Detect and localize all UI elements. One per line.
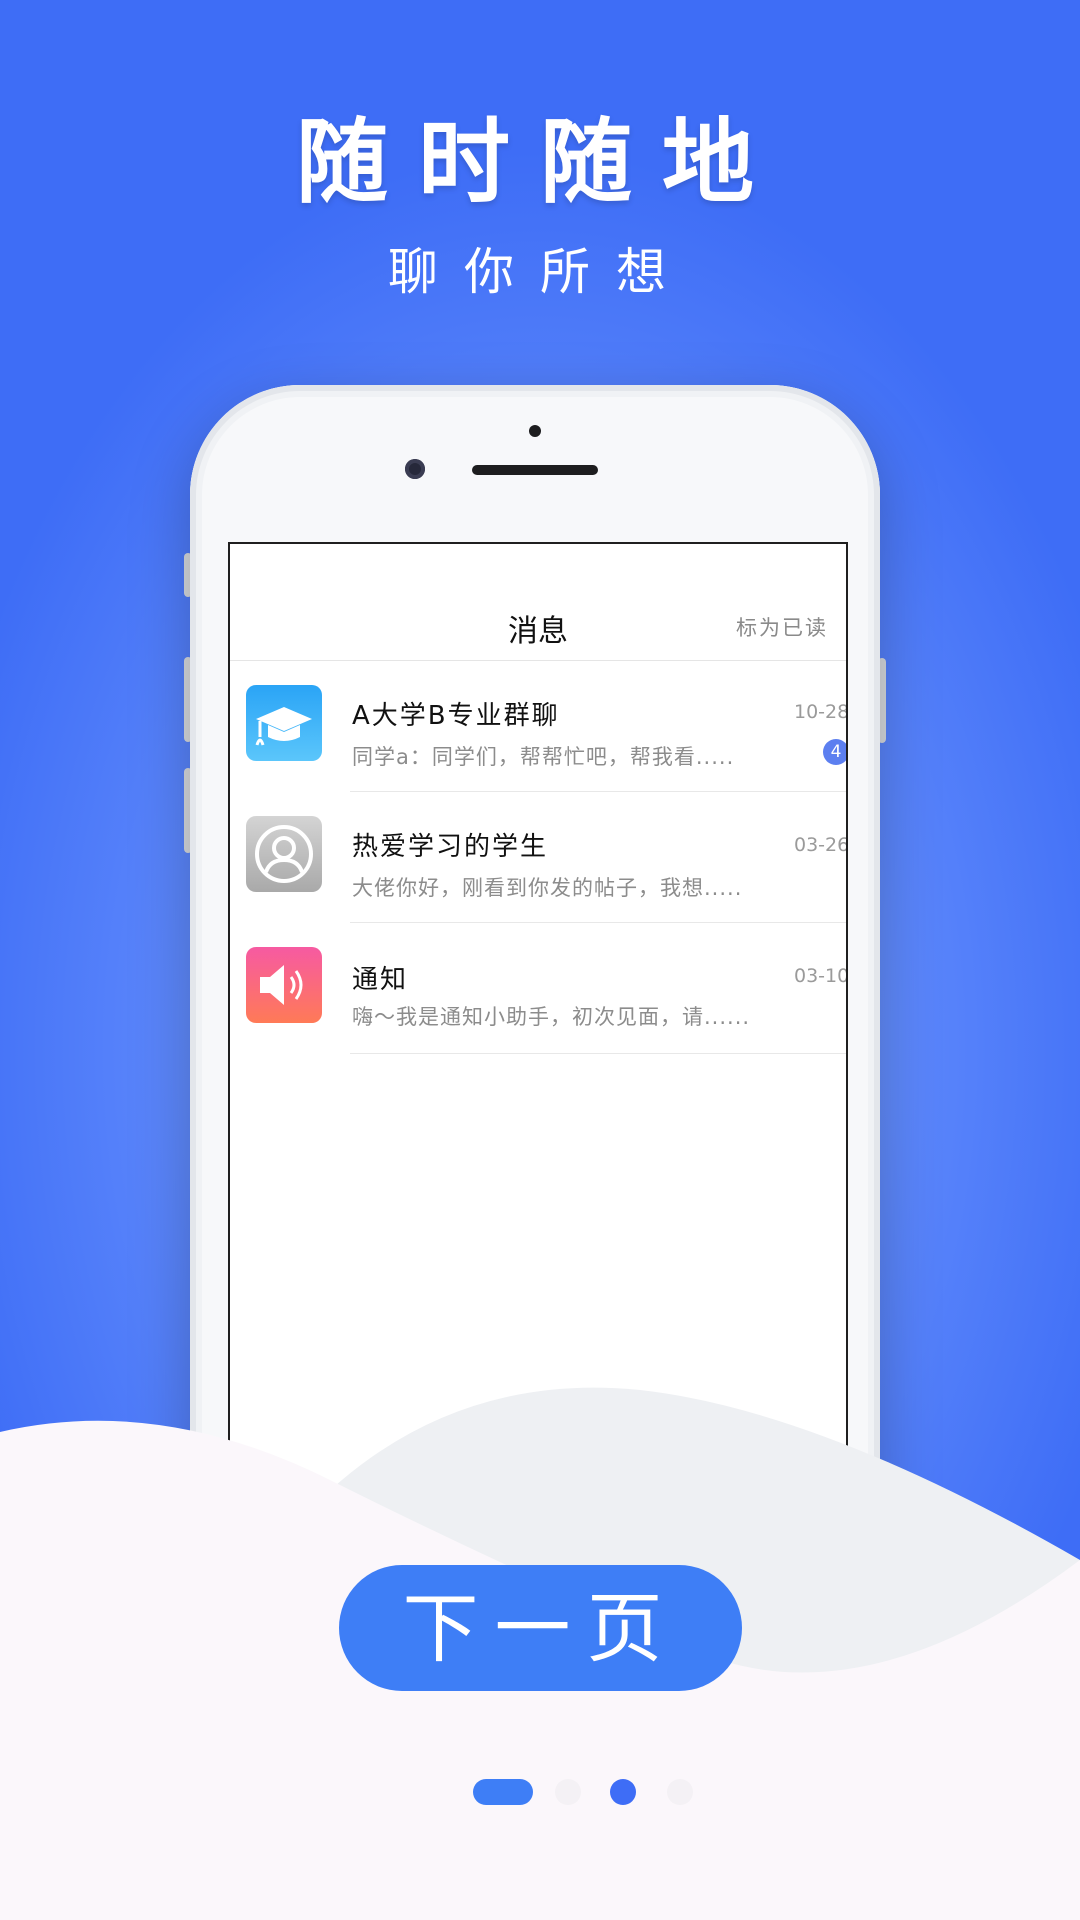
nav-bar: 消息 标为已读 bbox=[230, 544, 846, 661]
row-divider bbox=[350, 1053, 846, 1054]
user-silhouette-icon bbox=[246, 816, 322, 892]
graduation-cap-icon bbox=[246, 685, 322, 761]
conversation-name: A大学B专业群聊 bbox=[352, 701, 560, 731]
conversation-preview: 大佬你好，刚看到你发的帖子，我想..... bbox=[352, 876, 743, 900]
conversation-name: 热爱学习的学生 bbox=[352, 832, 549, 862]
proximity-sensor bbox=[529, 425, 541, 437]
page-dot-active bbox=[473, 1779, 533, 1805]
conversation-item[interactable]: 热爱学习的学生 大佬你好，刚看到你发的帖子，我想..... 03-26 bbox=[230, 792, 846, 923]
page-dot bbox=[555, 1779, 581, 1805]
unread-badge: 4 bbox=[823, 739, 846, 765]
conversation-preview: 嗨～我是通知小助手，初次见面，请...... bbox=[352, 1005, 751, 1029]
conversation-date: 03-10 bbox=[794, 965, 848, 987]
page-dot bbox=[610, 1779, 636, 1805]
subline: 聊你所想 bbox=[388, 243, 692, 301]
mark-all-read-button[interactable]: 标为已读 bbox=[736, 612, 828, 642]
headline: 随时随地 bbox=[295, 109, 784, 216]
speaker-icon bbox=[246, 947, 322, 1023]
page-dot bbox=[667, 1779, 693, 1805]
front-camera bbox=[405, 459, 425, 479]
conversation-preview: 同学a：同学们，帮帮忙吧，帮我看..... bbox=[352, 745, 735, 769]
conversation-date: 03-26 bbox=[794, 834, 848, 856]
conversation-date: 10-28 bbox=[794, 701, 848, 723]
conversation-item[interactable]: A大学B专业群聊 同学a：同学们，帮帮忙吧，帮我看..... 10-28 4 bbox=[230, 661, 846, 792]
conversation-name: 通知 bbox=[352, 965, 409, 995]
earpiece-speaker bbox=[472, 465, 598, 475]
conversation-item[interactable]: 通知 嗨～我是通知小助手，初次见面，请...... 03-10 bbox=[230, 923, 846, 1054]
pagination-indicator bbox=[0, 1779, 1080, 1805]
next-page-button[interactable]: 下一页 bbox=[339, 1565, 742, 1691]
phone-screen: 消息 标为已读 A大学B专业群聊 同学a：同学们，帮帮忙吧，帮我看..... 1… bbox=[228, 542, 848, 1604]
